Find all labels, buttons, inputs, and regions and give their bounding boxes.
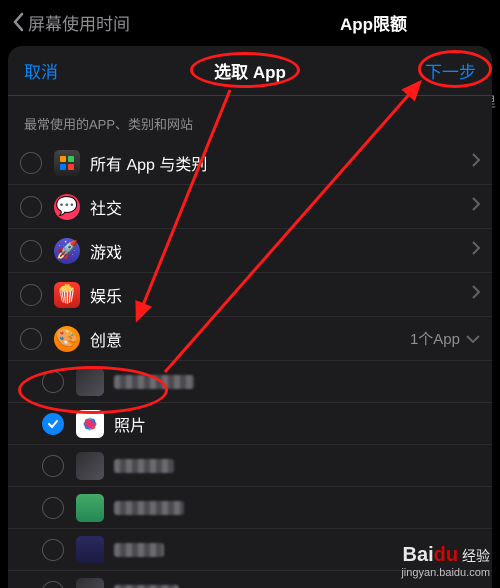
app-label-blurred xyxy=(114,375,194,389)
radio-unchecked[interactable] xyxy=(20,196,42,218)
app-row-blurred[interactable] xyxy=(8,445,492,487)
app-icon-blurred xyxy=(76,494,104,522)
sheet-title: 选取 App xyxy=(214,58,286,83)
chevron-right-icon xyxy=(472,153,480,172)
chevron-down-icon xyxy=(466,330,480,348)
row-label: 娱乐 xyxy=(90,283,472,307)
radio-unchecked[interactable] xyxy=(20,328,42,350)
app-label-blurred xyxy=(114,585,179,588)
app-icon-blurred xyxy=(76,452,104,480)
background-nav: 屏幕使用时间 App限额 xyxy=(0,0,500,44)
all-apps-icon xyxy=(54,150,80,176)
app-icon-blurred xyxy=(76,536,104,564)
row-label: 社交 xyxy=(90,195,472,219)
app-row-blurred[interactable] xyxy=(8,361,492,403)
next-button[interactable]: 下一步 xyxy=(425,58,476,83)
creativity-icon: 🎨 xyxy=(54,326,80,352)
radio-unchecked[interactable] xyxy=(42,455,64,477)
cancel-button[interactable]: 取消 xyxy=(24,58,58,83)
radio-unchecked[interactable] xyxy=(20,152,42,174)
category-row-creativity[interactable]: 🎨 创意 1个App xyxy=(8,317,492,361)
category-row-games[interactable]: 🚀 游戏 xyxy=(8,229,492,273)
chevron-right-icon xyxy=(472,241,480,260)
app-icon-blurred xyxy=(76,578,104,588)
sheet-header: 取消 选取 App 下一步 xyxy=(8,46,492,96)
row-label: 创意 xyxy=(90,327,410,351)
chevron-right-icon xyxy=(472,197,480,216)
radio-unchecked[interactable] xyxy=(42,371,64,393)
app-label-blurred xyxy=(114,459,174,473)
app-row-blurred[interactable] xyxy=(8,487,492,529)
watermark: Baidu 经验 jingyan.baidu.com xyxy=(401,543,490,580)
row-detail: 1个App xyxy=(410,328,460,349)
row-label: 游戏 xyxy=(90,239,472,263)
app-label: 照片 xyxy=(114,412,480,436)
chevron-right-icon xyxy=(472,285,480,304)
back-label: 屏幕使用时间 xyxy=(28,10,130,35)
row-label: 所有 App 与类别 xyxy=(90,151,472,175)
category-row-all[interactable]: 所有 App 与类别 xyxy=(8,141,492,185)
radio-unchecked[interactable] xyxy=(20,284,42,306)
chevron-left-icon xyxy=(12,12,24,32)
app-icon-blurred xyxy=(76,368,104,396)
photos-icon xyxy=(76,410,104,438)
app-label-blurred xyxy=(114,501,184,515)
radio-unchecked[interactable] xyxy=(42,497,64,519)
radio-unchecked[interactable] xyxy=(20,240,42,262)
back-button[interactable]: 屏幕使用时间 xyxy=(12,10,130,35)
select-app-sheet: 取消 选取 App 下一步 最常使用的APP、类别和网站 所有 App 与类别 … xyxy=(8,46,492,588)
section-label: 最常使用的APP、类别和网站 xyxy=(8,96,492,141)
category-row-social[interactable]: 💬 社交 xyxy=(8,185,492,229)
entertainment-icon: 🍿 xyxy=(54,282,80,308)
social-icon: 💬 xyxy=(54,194,80,220)
radio-unchecked[interactable] xyxy=(42,581,64,588)
radio-unchecked[interactable] xyxy=(42,539,64,561)
app-label-blurred xyxy=(114,543,164,557)
nav-title-right: App限额 xyxy=(340,10,407,35)
games-icon: 🚀 xyxy=(54,238,80,264)
category-row-entertainment[interactable]: 🍿 娱乐 xyxy=(8,273,492,317)
app-row-photos[interactable]: 照片 xyxy=(8,403,492,445)
app-list[interactable]: 所有 App 与类别 💬 社交 🚀 游戏 🍿 娱乐 🎨 创意 1个App xyxy=(8,141,492,588)
radio-checked[interactable] xyxy=(42,413,64,435)
